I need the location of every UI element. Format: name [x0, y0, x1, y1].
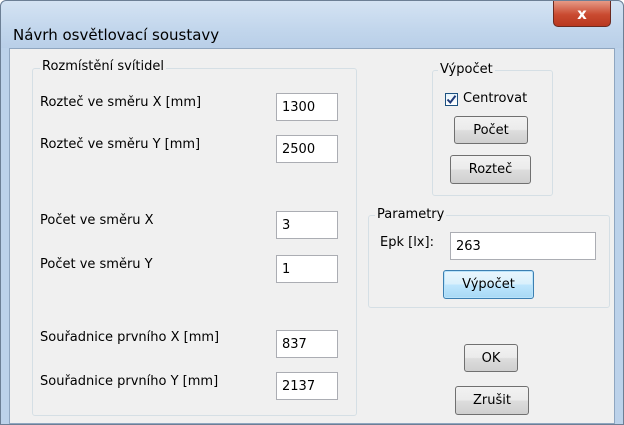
cancel-button[interactable]: Zrušit	[455, 386, 529, 415]
spacing-button[interactable]: Rozteč	[450, 155, 531, 184]
center-checkbox-label[interactable]: Centrovat	[463, 91, 527, 107]
calculation-group-legend: Výpočet	[438, 62, 495, 78]
count-y-field[interactable]: 1	[276, 255, 338, 283]
count-button-label: Počet	[473, 122, 509, 138]
dialog-window: Návrh osvětlovací soustavy x Rozmístění …	[0, 0, 624, 425]
first-x-label: Souřadnice prvního X [mm]	[40, 330, 220, 345]
count-button[interactable]: Počet	[454, 116, 528, 144]
count-y-label: Počet ve směru Y	[40, 257, 153, 272]
close-button[interactable]: x	[553, 1, 611, 27]
ok-button-label: OK	[481, 350, 501, 366]
first-y-label: Souřadnice prvního Y [mm]	[40, 374, 219, 389]
count-x-field[interactable]: 3	[276, 211, 338, 239]
close-icon: x	[577, 4, 587, 23]
placement-group-legend: Rozmístění svítidel	[40, 59, 167, 75]
title-bar[interactable]: Návrh osvětlovací soustavy x	[1, 1, 623, 48]
window-title: Návrh osvětlovací soustavy	[13, 26, 220, 44]
spacing-button-label: Rozteč	[468, 162, 513, 177]
first-y-field[interactable]: 2137	[276, 372, 338, 400]
center-checkbox[interactable]	[445, 93, 458, 106]
first-x-field[interactable]: 837	[276, 330, 338, 358]
spacing-y-field[interactable]: 2500	[276, 135, 338, 163]
calculate-button[interactable]: Výpočet	[443, 270, 534, 299]
calculate-button-label: Výpočet	[462, 277, 515, 292]
epk-field[interactable]: 263	[450, 232, 596, 260]
check-icon	[446, 95, 457, 105]
epk-label: Epk [lx]:	[380, 235, 434, 250]
cancel-button-label: Zrušit	[473, 393, 511, 408]
count-x-label: Počet ve směru X	[40, 213, 154, 228]
dialog-client-area: Rozmístění svítidel Rozteč ve směru X [m…	[9, 48, 615, 424]
spacing-x-label: Rozteč ve směru X [mm]	[40, 95, 202, 110]
parameters-group-legend: Parametry	[375, 207, 447, 223]
spacing-y-label: Rozteč ve směru Y [mm]	[40, 137, 201, 152]
ok-button[interactable]: OK	[464, 344, 518, 372]
spacing-x-field[interactable]: 1300	[276, 93, 338, 121]
